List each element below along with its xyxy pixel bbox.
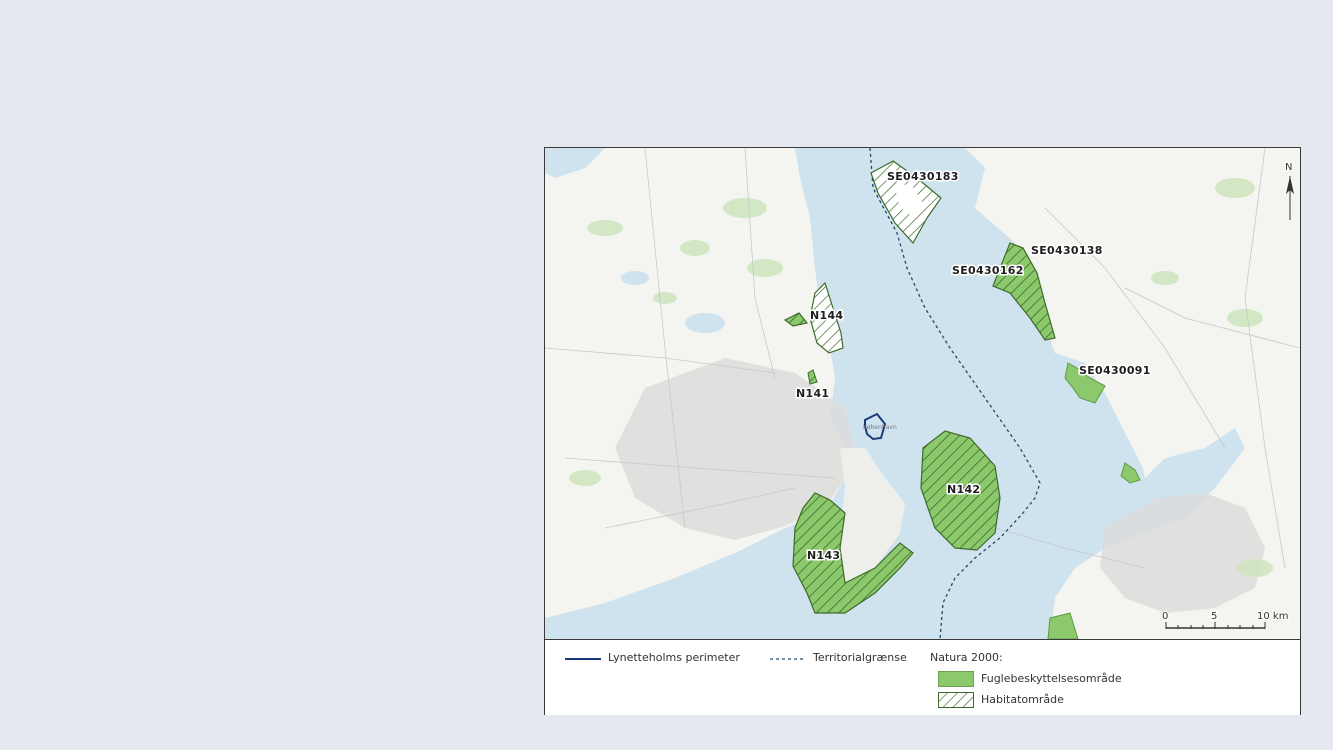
- lake-esrum: [621, 271, 649, 285]
- scalebar-tick-0: 0: [1162, 611, 1168, 622]
- map-canvas[interactable]: København SE0430183 SE0430138 SE0430162 …: [545, 148, 1300, 639]
- label-se0430091: SE0430091: [1079, 364, 1151, 377]
- legend-natura-heading: Natura 2000:: [930, 651, 1003, 664]
- legend-territorial-label: Territorialgrænse: [813, 651, 907, 664]
- label-n144: N144: [810, 309, 843, 322]
- legend-bird-swatch: [938, 671, 974, 687]
- lake-furesoe: [685, 313, 725, 333]
- scalebar-tick-10: 10 km: [1257, 611, 1288, 622]
- label-n143: N143: [807, 549, 840, 562]
- legend-territorial-swatch: [770, 658, 806, 660]
- scalebar-tick-5: 5: [1211, 611, 1217, 622]
- svg-text:N: N: [1285, 162, 1292, 173]
- legend-perimeter-swatch: [565, 658, 601, 660]
- label-se0430162: SE0430162: [952, 264, 1024, 277]
- legend-perimeter-label: Lynetteholms perimeter: [608, 651, 740, 664]
- label-n141: N141: [796, 387, 829, 400]
- legend-habitat-label: Habitatområde: [981, 693, 1064, 706]
- legend-habitat-swatch: [938, 692, 974, 708]
- label-se0430183: SE0430183: [887, 170, 959, 183]
- label-se0430138: SE0430138: [1031, 244, 1103, 257]
- place-label-copenhagen: København: [863, 424, 897, 431]
- legend-bird-label: Fuglebeskyttelsesområde: [981, 672, 1122, 685]
- label-n142: N142: [947, 483, 980, 496]
- map-figure: København SE0430183 SE0430138 SE0430162 …: [544, 147, 1301, 715]
- map-legend: Lynetteholms perimeter Territorialgrænse…: [545, 639, 1300, 715]
